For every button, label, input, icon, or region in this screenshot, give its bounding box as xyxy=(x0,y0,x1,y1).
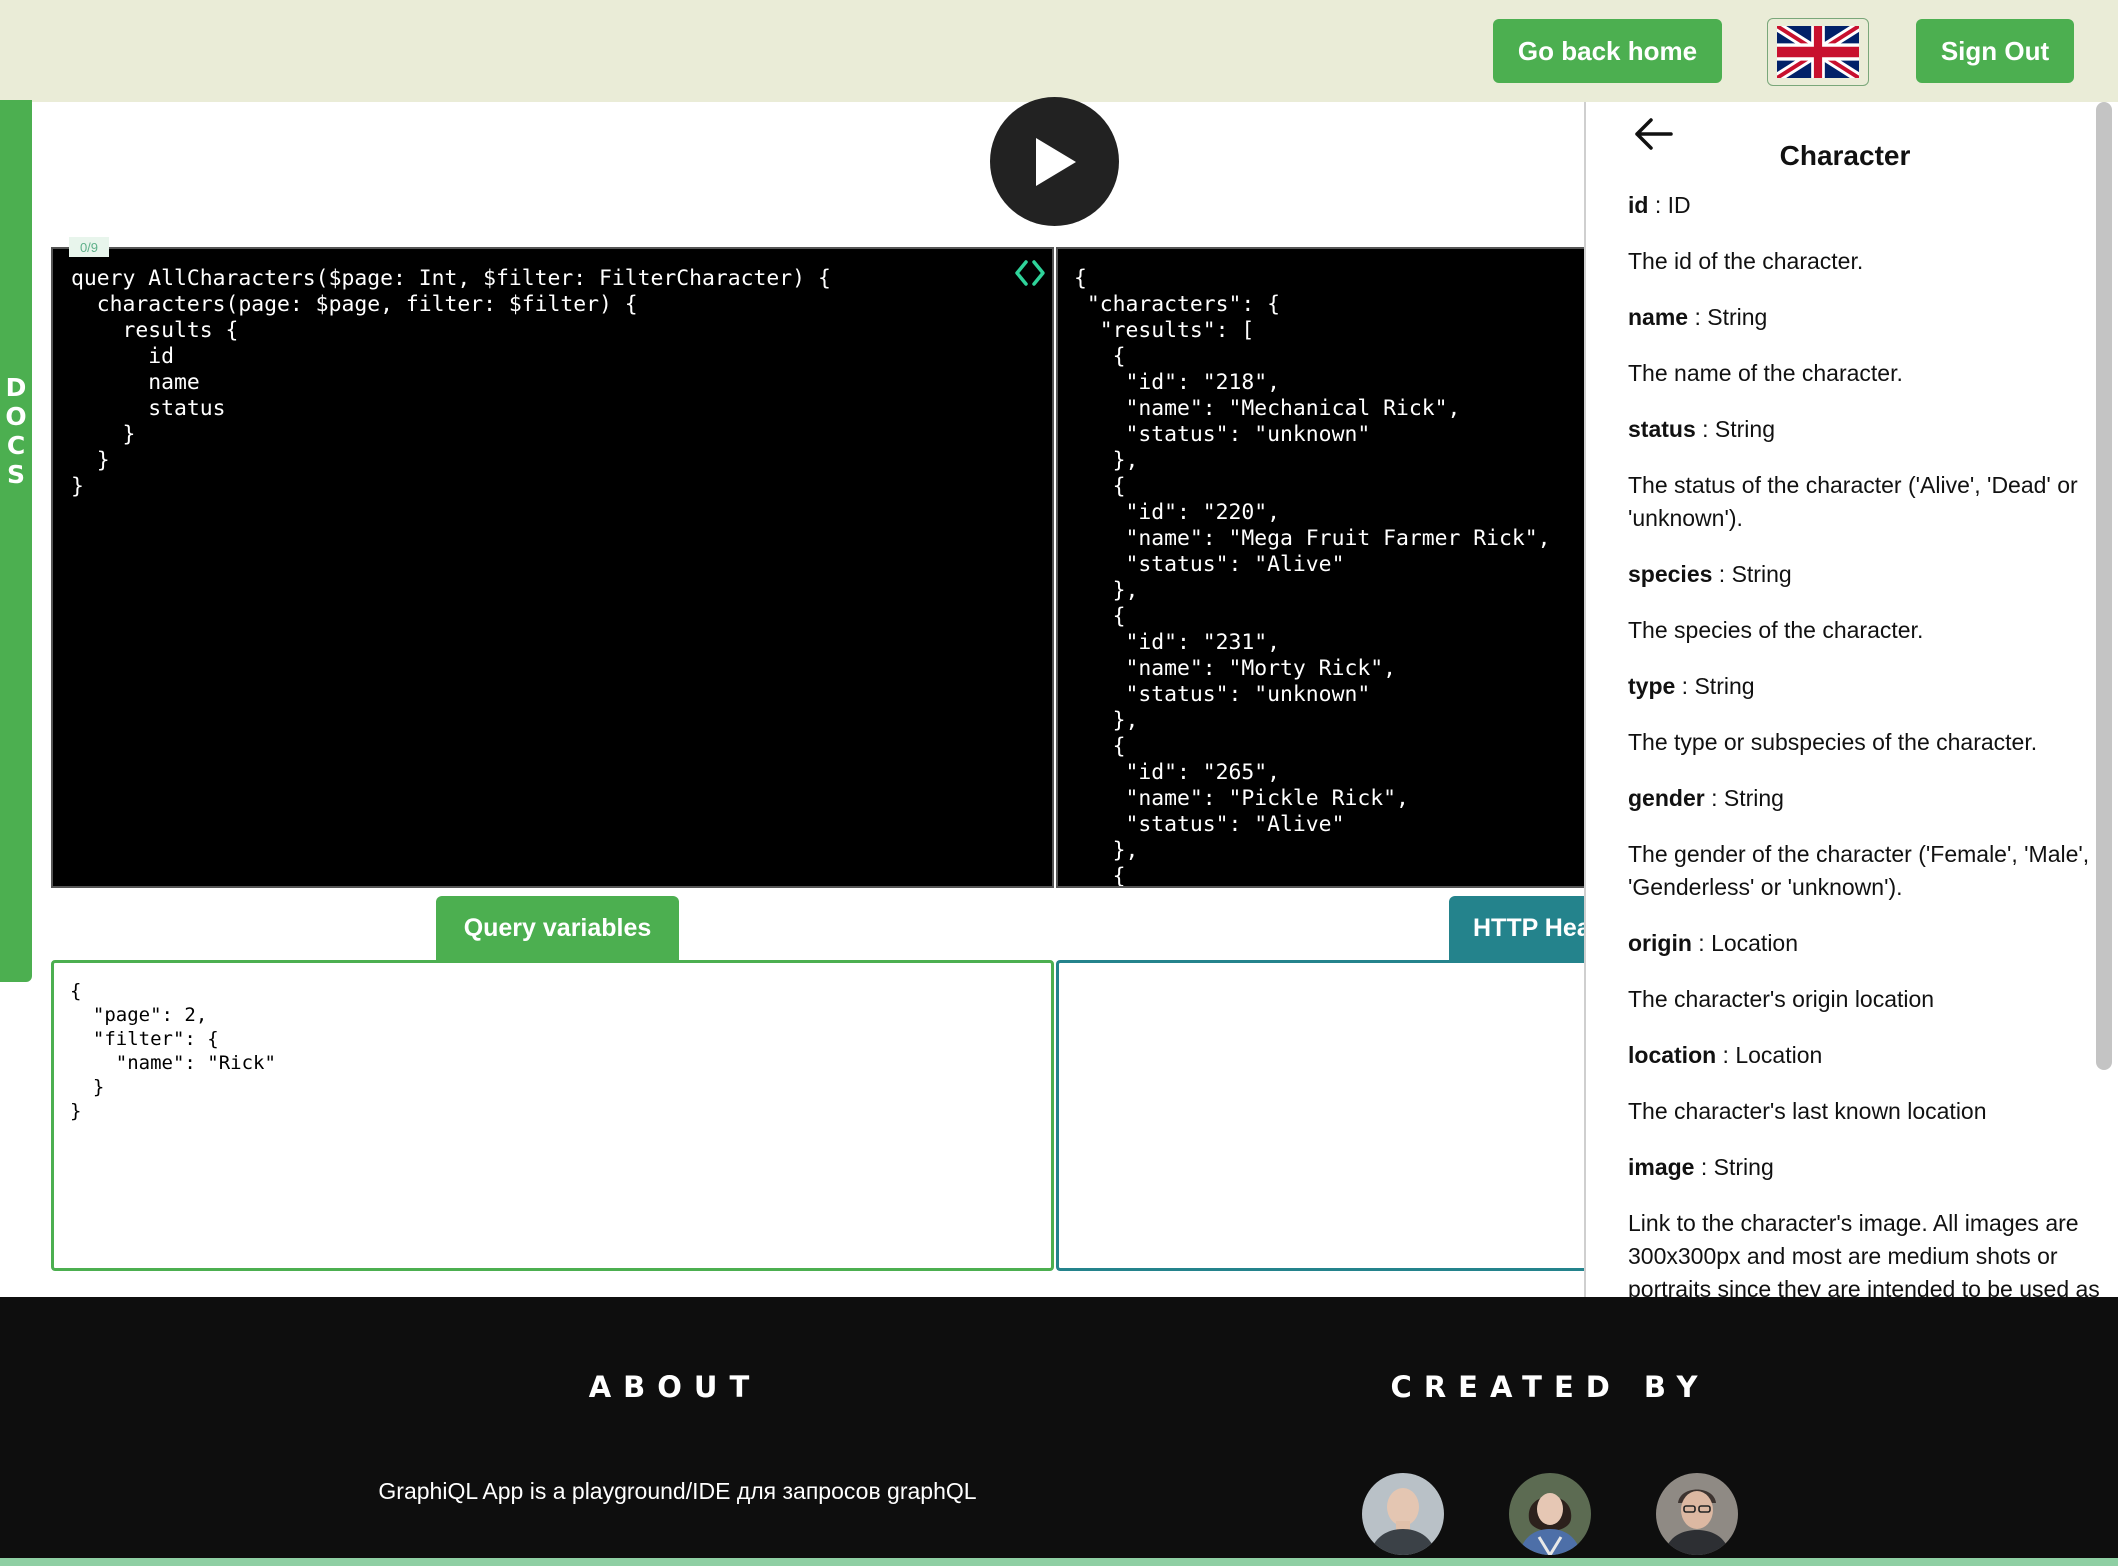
field-name: species xyxy=(1628,561,1713,587)
sign-out-button[interactable]: Sign Out xyxy=(1916,19,2074,83)
about-heading: ABOUT xyxy=(588,1370,762,1404)
docs-toggle-tab[interactable]: DOCS xyxy=(0,100,32,982)
run-query-button[interactable] xyxy=(990,97,1119,226)
field-description: The name of the character. xyxy=(1628,360,1903,386)
play-icon xyxy=(1035,137,1076,186)
field-description: The id of the character. xyxy=(1628,248,1864,274)
tab-http-headers[interactable]: HTTP Headers xyxy=(1449,896,1586,960)
docs-field-name[interactable]: name : String xyxy=(1628,298,2103,354)
docs-field-list: id : ID The id of the character. name : St… xyxy=(1628,186,2103,1308)
field-separator: : xyxy=(1712,561,1732,587)
field-type-link[interactable]: String xyxy=(1724,785,1784,811)
footer xyxy=(0,1297,2118,1566)
field-name: status xyxy=(1628,416,1696,442)
field-type-link[interactable]: Location xyxy=(1735,1042,1822,1068)
docs-tab-letter: C xyxy=(6,431,26,460)
field-separator: : xyxy=(1694,1154,1714,1180)
field-description: The character's origin location xyxy=(1628,986,1935,1012)
avatar-author-2[interactable] xyxy=(1509,1473,1591,1555)
avatar-author-1[interactable] xyxy=(1362,1473,1444,1555)
field-separator: : xyxy=(1716,1042,1736,1068)
created-by-heading: CREATED BY xyxy=(1390,1370,1710,1404)
field-name: type xyxy=(1628,673,1676,699)
http-headers-editor[interactable] xyxy=(1056,960,1586,1271)
docs-field-status[interactable]: status : String xyxy=(1628,410,2103,466)
field-name: origin xyxy=(1628,930,1692,956)
field-description: The species of the character. xyxy=(1628,617,1924,643)
field-name: gender xyxy=(1628,785,1705,811)
response-text: { "characters": { "results": [ { "id": "… xyxy=(1074,266,1551,888)
field-description: The gender of the character ('Female', '… xyxy=(1628,841,2090,900)
field-name: location xyxy=(1628,1042,1717,1068)
docs-tab-label: DOCS xyxy=(5,373,26,489)
query-variables-editor[interactable]: { "page": 2, "filter": { "name": "Rick" … xyxy=(51,960,1054,1271)
query-editor[interactable]: query AllCharacters($page: Int, $filter:… xyxy=(51,247,1054,888)
field-description: The status of the character ('Alive', 'D… xyxy=(1628,472,2078,531)
field-type-link[interactable]: String xyxy=(1707,304,1767,330)
response-viewer: { "characters": { "results": [ { "id": "… xyxy=(1056,247,1586,888)
docs-panel: Character id : ID The id of the character… xyxy=(1584,102,2118,1308)
app-header: Go back home Sign Out xyxy=(0,0,2118,102)
docs-field-type[interactable]: type : String xyxy=(1628,667,2103,723)
about-text: GraphiQL App is a playground/IDE для зап… xyxy=(378,1478,977,1504)
docs-field-location[interactable]: location : Location xyxy=(1628,1036,2103,1092)
field-separator: : xyxy=(1691,930,1712,956)
docs-scrollbar[interactable] xyxy=(2096,102,2112,1070)
docs-type-title: Character xyxy=(1779,140,1911,171)
field-name: name xyxy=(1628,304,1689,330)
avatar-author-3[interactable] xyxy=(1656,1473,1738,1555)
field-separator: : xyxy=(1648,192,1668,218)
field-type-link[interactable]: Location xyxy=(1711,930,1798,956)
docs-field-species[interactable]: species : String xyxy=(1628,555,2103,611)
query-text[interactable]: query AllCharacters($page: Int, $filter:… xyxy=(71,266,831,500)
prettify-code-icon[interactable] xyxy=(1014,258,1046,288)
field-description: The type or subspecies of the character. xyxy=(1628,729,2038,755)
docs-field-id[interactable]: id : ID xyxy=(1628,186,2103,242)
docs-field-gender[interactable]: gender : String xyxy=(1628,779,2103,835)
tab-query-variables[interactable]: Query variables xyxy=(436,896,679,960)
field-separator: : xyxy=(1695,416,1715,442)
field-type-link[interactable]: String xyxy=(1694,673,1754,699)
field-separator: : xyxy=(1688,304,1708,330)
field-name: image xyxy=(1628,1154,1695,1180)
docs-tab-letter: O xyxy=(5,402,27,431)
field-type-link[interactable]: String xyxy=(1715,416,1775,442)
footer-bottom-strip xyxy=(0,1558,2118,1566)
uk-flag-icon xyxy=(1777,26,1859,78)
field-type-link[interactable]: String xyxy=(1732,561,1792,587)
docs-field-origin[interactable]: origin : Location xyxy=(1628,924,2103,980)
variables-text[interactable]: { "page": 2, "filter": { "name": "Rick" … xyxy=(70,979,276,1123)
field-separator: : xyxy=(1704,785,1724,811)
line-counter-badge: 0/9 xyxy=(69,237,109,257)
field-separator: : xyxy=(1675,673,1695,699)
docs-tab-letter: S xyxy=(6,460,25,489)
go-back-home-button[interactable]: Go back home xyxy=(1493,19,1722,83)
docs-tab-letter: D xyxy=(5,373,27,402)
field-type-link[interactable]: ID xyxy=(1668,192,1691,218)
field-description: The character's last known location xyxy=(1628,1098,1987,1124)
field-description: Link to the character's image. All image… xyxy=(1628,1210,2100,1302)
language-toggle-button[interactable] xyxy=(1767,18,1869,86)
docs-field-image[interactable]: image : String xyxy=(1628,1148,2103,1204)
field-name: id xyxy=(1628,192,1649,218)
field-type-link[interactable]: String xyxy=(1714,1154,1774,1180)
